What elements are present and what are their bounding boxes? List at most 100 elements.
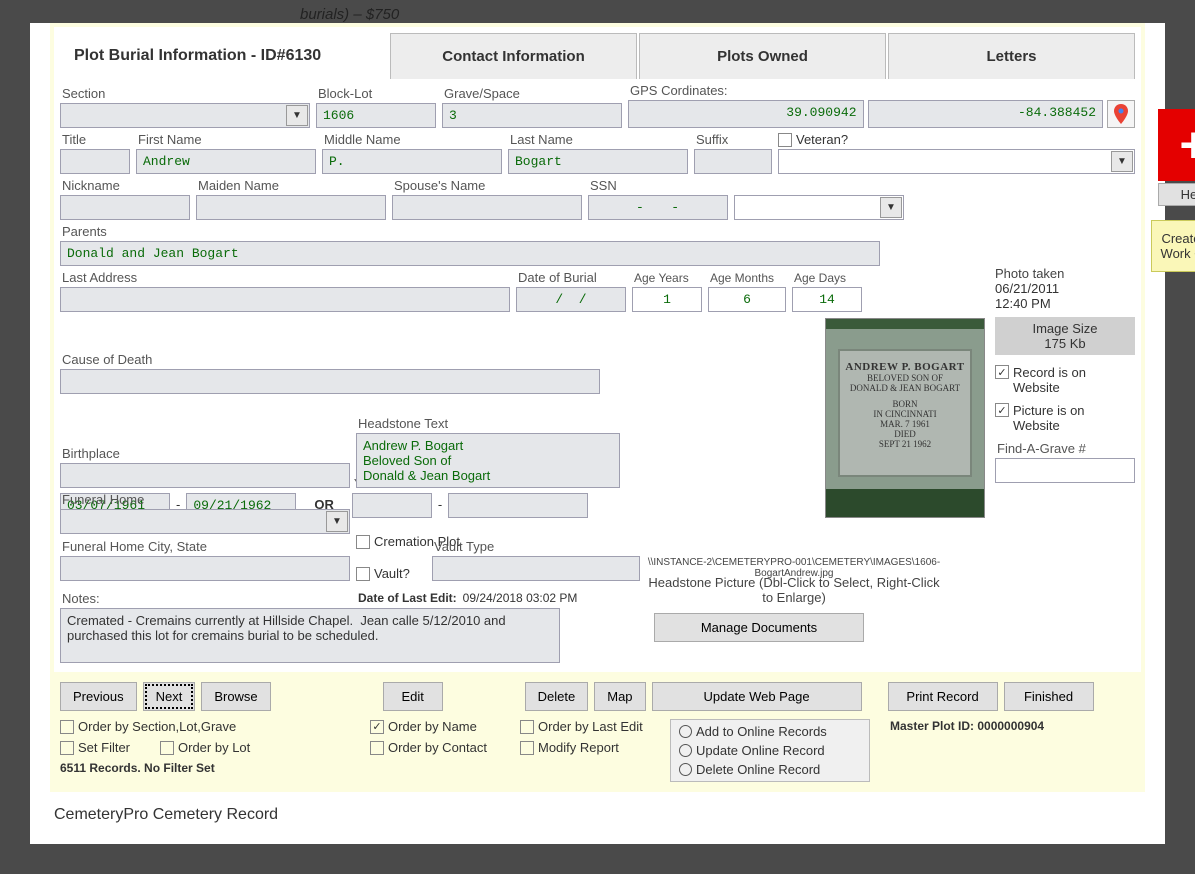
- modify-report-label: Modify Report: [538, 740, 619, 755]
- vault-type-input[interactable]: [432, 556, 640, 581]
- veteran-select[interactable]: [778, 149, 1135, 174]
- spouse-name-input[interactable]: [392, 195, 582, 220]
- image-size-label: Image Size: [995, 321, 1135, 336]
- page-caption: CemeteryPro Cemetery Record: [54, 806, 1165, 824]
- help-button[interactable]: Help: [1158, 183, 1195, 206]
- manage-documents-button[interactable]: Manage Documents: [654, 613, 864, 642]
- cremation-checkbox[interactable]: [356, 535, 370, 549]
- gps-lon[interactable]: -84.388452: [868, 100, 1104, 128]
- order-slg-checkbox[interactable]: [60, 720, 74, 734]
- notes-label: Notes:: [62, 591, 352, 606]
- suffix-label: Suffix: [696, 132, 772, 147]
- funeral-home-city-label: Funeral Home City, State: [62, 539, 350, 554]
- veteran-checkbox[interactable]: [778, 133, 792, 147]
- section-label: Section: [62, 86, 310, 101]
- birthplace-input[interactable]: [60, 463, 350, 488]
- map-button[interactable]: Map: [594, 682, 645, 711]
- middle-name-label: Middle Name: [324, 132, 502, 147]
- age-years-input[interactable]: [632, 287, 702, 312]
- order-slg-label: Order by Section,Lot,Grave: [78, 719, 236, 734]
- age-months-label: Age Months: [710, 271, 786, 285]
- photo-date: 06/21/2011: [995, 281, 1135, 296]
- block-lot-input[interactable]: [316, 103, 436, 128]
- find-a-grave-input[interactable]: [995, 458, 1135, 483]
- work-order-button[interactable]: Create/Edit Work Order: [1151, 220, 1195, 272]
- vault-checkbox[interactable]: [356, 567, 370, 581]
- delete-button[interactable]: Delete: [525, 682, 589, 711]
- spouse-name-label: Spouse's Name: [394, 178, 582, 193]
- add-online-radio[interactable]: [679, 725, 692, 738]
- finished-button[interactable]: Finished: [1004, 682, 1094, 711]
- vault-type-label: Vault Type: [434, 539, 640, 554]
- last-address-input[interactable]: [60, 287, 510, 312]
- edit-button[interactable]: Edit: [383, 682, 443, 711]
- vault-label: Vault?: [374, 566, 410, 581]
- burial-date-input[interactable]: [516, 287, 626, 312]
- order-contact-label: Order by Contact: [388, 740, 487, 755]
- funeral-home-city-input[interactable]: [60, 556, 350, 581]
- previous-button[interactable]: Previous: [60, 682, 137, 711]
- headstone-image[interactable]: ANDREW P. BOGART BELOVED SON OF DONALD &…: [825, 318, 985, 518]
- notes-input[interactable]: [60, 608, 560, 663]
- headstone-hint: Headstone Picture (Dbl-Click to Select, …: [644, 575, 944, 605]
- nickname-label: Nickname: [62, 178, 190, 193]
- headstone-text-label: Headstone Text: [358, 416, 620, 431]
- gps-lat[interactable]: 39.090942: [628, 100, 864, 128]
- update-online-label: Update Online Record: [696, 743, 825, 758]
- middle-name-input[interactable]: [322, 149, 502, 174]
- first-name-input[interactable]: [136, 149, 316, 174]
- order-lot-checkbox[interactable]: [160, 741, 174, 755]
- parents-label: Parents: [62, 224, 880, 239]
- maiden-name-input[interactable]: [196, 195, 386, 220]
- headstone-text-input[interactable]: [356, 433, 620, 488]
- nickname-input[interactable]: [60, 195, 190, 220]
- suffix-input[interactable]: [694, 149, 772, 174]
- block-lot-label: Block-Lot: [318, 86, 436, 101]
- cause-input[interactable]: [60, 369, 600, 394]
- help-icon[interactable]: +: [1158, 109, 1195, 181]
- tab-letters[interactable]: Letters: [888, 33, 1135, 79]
- picture-on-web-checkbox[interactable]: ✓: [995, 403, 1009, 417]
- ssn-label: SSN: [590, 178, 728, 193]
- last-name-input[interactable]: [508, 149, 688, 174]
- yob-input[interactable]: [352, 493, 432, 518]
- birthplace-label: Birthplace: [62, 446, 350, 461]
- master-plot-id: Master Plot ID: 0000000904: [880, 719, 1135, 782]
- age-months-input[interactable]: [708, 287, 786, 312]
- photo-taken-label: Photo taken: [995, 266, 1135, 281]
- delete-online-label: Delete Online Record: [696, 762, 820, 777]
- order-last-edit-checkbox[interactable]: [520, 720, 534, 734]
- modify-report-checkbox[interactable]: [520, 741, 534, 755]
- age-days-label: Age Days: [794, 271, 862, 285]
- order-name-checkbox[interactable]: ✓: [370, 720, 384, 734]
- map-pin-icon[interactable]: [1107, 100, 1135, 128]
- cause-label: Cause of Death: [62, 352, 600, 367]
- ssn-input[interactable]: [588, 195, 728, 220]
- order-last-edit-label: Order by Last Edit: [538, 719, 643, 734]
- next-button[interactable]: Next: [143, 682, 196, 711]
- last-name-label: Last Name: [510, 132, 688, 147]
- tab-contact-info[interactable]: Contact Information: [390, 33, 637, 79]
- title-label: Title: [62, 132, 130, 147]
- title-input[interactable]: [60, 149, 130, 174]
- browse-button[interactable]: Browse: [201, 682, 270, 711]
- age-days-input[interactable]: [792, 287, 862, 312]
- record-on-web-checkbox[interactable]: ✓: [995, 365, 1009, 379]
- order-contact-checkbox[interactable]: [370, 741, 384, 755]
- update-web-button[interactable]: Update Web Page: [652, 682, 862, 711]
- tab-plots-owned[interactable]: Plots Owned: [639, 33, 886, 79]
- age-years-label: Age Years: [634, 271, 702, 285]
- extra-select[interactable]: [734, 195, 904, 220]
- print-button[interactable]: Print Record: [888, 682, 998, 711]
- section-select[interactable]: [60, 103, 310, 128]
- order-lot-label: Order by Lot: [178, 740, 250, 755]
- delete-online-radio[interactable]: [679, 763, 692, 776]
- yod-input[interactable]: [448, 493, 588, 518]
- grave-space-input[interactable]: [442, 103, 622, 128]
- veteran-label: Veteran?: [796, 132, 848, 147]
- set-filter-checkbox[interactable]: [60, 741, 74, 755]
- photo-time: 12:40 PM: [995, 296, 1135, 311]
- funeral-home-select[interactable]: [60, 509, 350, 534]
- parents-input[interactable]: [60, 241, 880, 266]
- update-online-radio[interactable]: [679, 744, 692, 757]
